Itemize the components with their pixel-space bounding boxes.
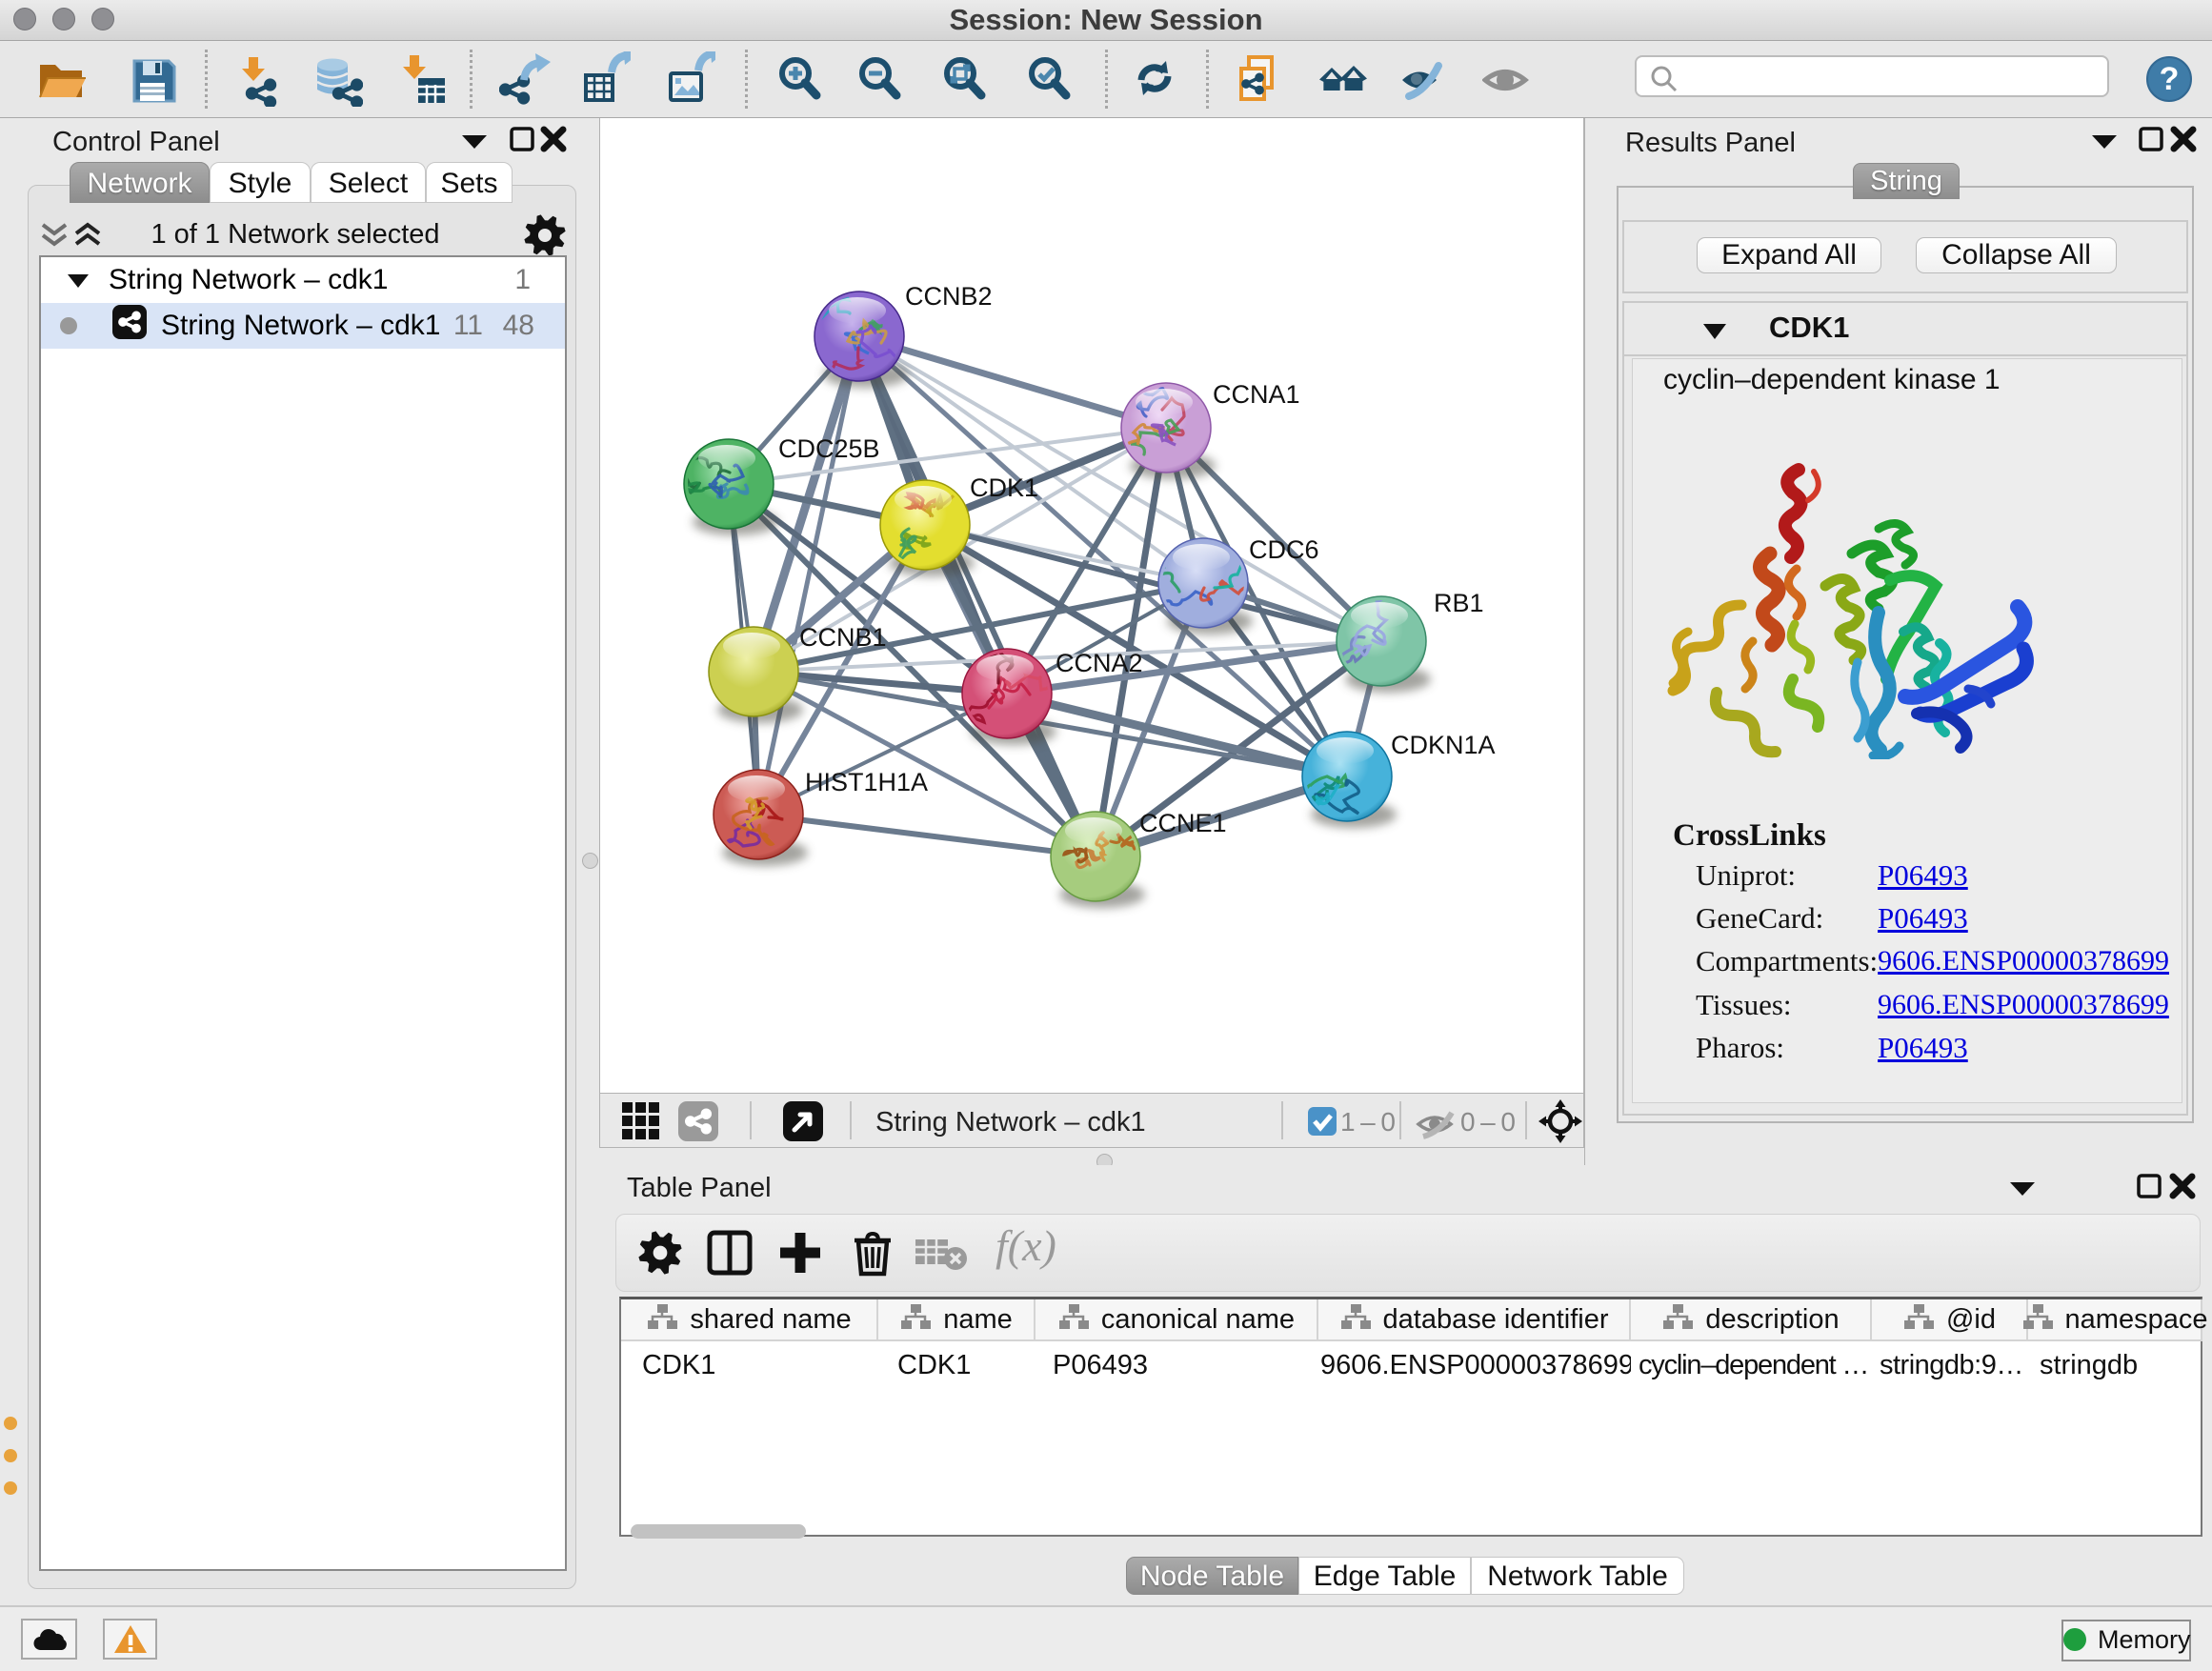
svg-text:CCNA2: CCNA2: [1056, 649, 1143, 677]
svg-text:CDKN1A: CDKN1A: [1391, 731, 1496, 759]
svg-text:RB1: RB1: [1434, 589, 1484, 617]
svg-text:?: ?: [2160, 61, 2180, 97]
svg-text:CDC6: CDC6: [1249, 535, 1319, 564]
svg-text:CCNE1: CCNE1: [1139, 809, 1227, 837]
svg-text:HIST1H1A: HIST1H1A: [805, 768, 928, 796]
svg-text:CCNB1: CCNB1: [799, 623, 887, 652]
svg-text:CDK1: CDK1: [970, 473, 1038, 502]
svg-text:CCNA1: CCNA1: [1213, 380, 1300, 409]
svg-text:CCNB2: CCNB2: [905, 282, 993, 311]
svg-text:CDC25B: CDC25B: [778, 434, 880, 463]
